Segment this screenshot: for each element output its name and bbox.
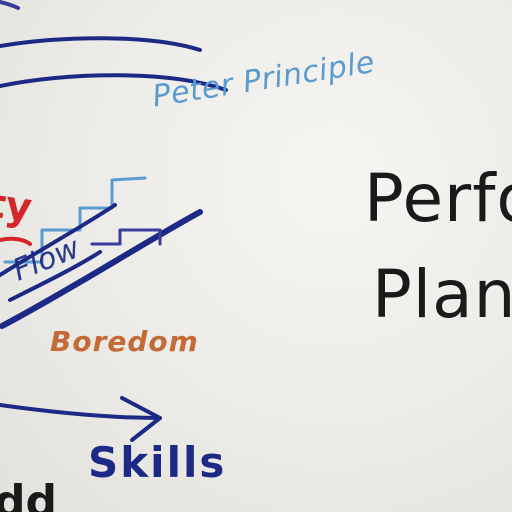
heading-line2-fragment: Plan (372, 256, 512, 333)
top-edge-stroke (0, 0, 20, 10)
top-curve-1 (0, 36, 202, 52)
anxiety-stroke (0, 236, 32, 246)
whiteboard: Peter Principle ty Flow Boredom Skills P… (0, 0, 512, 512)
bottom-fragment-label: dd (0, 476, 57, 512)
skills-label: Skills (88, 438, 227, 487)
heading-line1-fragment: Perfo (364, 160, 512, 237)
boredom-label: Boredom (50, 325, 199, 358)
